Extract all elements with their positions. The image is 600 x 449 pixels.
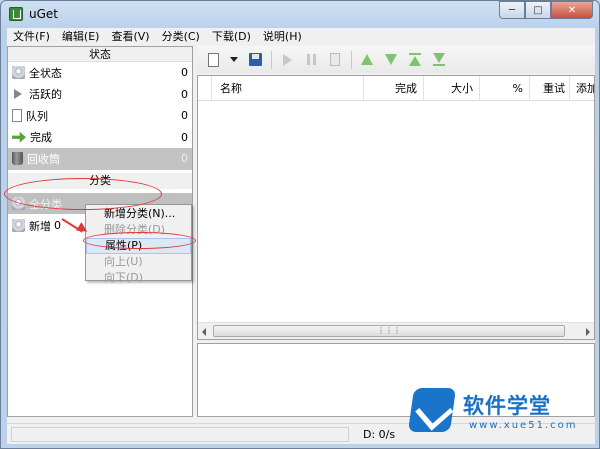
sidebar: 状态 全状态 0 活跃的 0 队列 0 完成 0 回收筒 0 分类 全分类 新增… [4,46,196,417]
column-header-spacer [198,76,212,101]
status-item-queue[interactable]: 队列 0 [8,105,192,127]
ctx-move-down[interactable]: 向下(D) [86,270,191,286]
move-top-button[interactable] [405,50,425,70]
horizontal-scrollbar[interactable]: ⋮⋮⋮ [198,322,594,339]
menu-file[interactable]: 文件(F) [7,28,56,46]
status-item-all[interactable]: 全状态 0 [8,62,192,84]
play-icon [14,89,22,100]
watermark-logo-icon [407,388,457,432]
menu-category[interactable]: 分类(C) [156,28,206,46]
column-header-size[interactable]: 大小 [424,76,480,101]
column-header-percent[interactable]: % [480,76,530,101]
column-header-complete[interactable]: 完成 [364,76,424,101]
new-download-button[interactable] [203,50,223,70]
category-section-header: 分类 [8,173,192,189]
disk-icon [12,66,25,80]
trash-icon [12,152,23,166]
menu-view[interactable]: 查看(V) [105,28,155,46]
menu-help[interactable]: 说明(H) [257,28,308,46]
status-item-label: 队列 [26,109,48,123]
watermark-url: www.xue51.com [469,420,578,431]
status-item-label: 回收筒 [27,152,60,166]
disk-icon [12,197,25,210]
ctx-new-category[interactable]: 新增分类(N)... [86,206,191,222]
move-bottom-button[interactable] [429,50,449,70]
category-item-label: 新增 [29,219,51,233]
close-button[interactable]: ✕ [551,1,593,19]
menu-bar: 文件(F) 编辑(E) 查看(V) 分类(C) 下载(D) 说明(H) [7,28,595,46]
category-item-label: 全分类 [29,197,62,211]
status-item-finished[interactable]: 完成 0 [8,127,192,149]
status-item-count: 0 [181,87,188,101]
new-dropdown-button[interactable] [227,50,241,70]
arrow-up-icon [361,54,373,65]
new-file-icon [207,52,219,67]
move-down-button[interactable] [381,50,401,70]
watermark: 软件学堂 www.xue51.com [407,386,591,444]
menu-edit[interactable]: 编辑(E) [56,28,106,46]
move-up-button[interactable] [357,50,377,70]
toolbar-separator [271,50,272,69]
column-header-added[interactable]: 添加 [570,76,594,101]
arrow-bottom-icon [433,53,445,66]
page-icon [12,109,22,123]
status-item-label: 全状态 [29,66,62,80]
app-icon [9,7,23,21]
status-item-label: 活跃的 [29,88,62,102]
status-item-active[interactable]: 活跃的 0 [8,84,192,106]
scroll-thumb[interactable]: ⋮⋮⋮ [213,325,565,337]
scroll-right-icon[interactable] [586,328,590,336]
download-list[interactable]: 名称 完成 大小 % 重试 添加 ⋮⋮⋮ [197,75,595,340]
arrow-down-icon [385,54,397,65]
save-button[interactable] [245,50,265,70]
category-item-count: 0 [54,219,61,232]
ctx-move-up[interactable]: 向上(U) [86,254,191,270]
play-icon [282,53,292,66]
ctx-delete-category[interactable]: 删除分类(D) [86,222,191,238]
status-message-area [11,427,349,442]
toolbar-separator [351,50,352,69]
scroll-left-icon[interactable] [202,328,206,336]
column-headers: 名称 完成 大小 % 重试 添加 [198,76,594,101]
minimize-button[interactable]: ─ [499,1,525,19]
ctx-properties[interactable]: 属性(P) [86,238,191,254]
save-icon [248,53,262,66]
status-item-count: 0 [181,109,188,123]
title-bar: uGet ─ □ ✕ [1,1,599,27]
properties-button[interactable] [325,50,345,70]
context-menu: 新增分类(N)... 删除分类(D) 属性(P) 向上(U) 向下(D) [85,204,192,284]
chevron-down-icon [230,57,238,62]
client-area: 状态 全状态 0 活跃的 0 队列 0 完成 0 回收筒 0 分类 全分类 新增… [4,46,595,444]
pause-button[interactable] [301,50,321,70]
pause-icon [306,54,316,65]
status-item-count: 0 [181,66,188,80]
status-item-label: 完成 [30,131,52,145]
status-item-count: 0 [181,130,188,144]
toolbar [197,46,595,73]
column-header-retry[interactable]: 重试 [530,76,570,101]
download-speed: D: 0/s [363,428,396,441]
column-header-name[interactable]: 名称 [212,76,364,101]
watermark-title: 软件学堂 [463,394,551,418]
app-window: uGet ─ □ ✕ 文件(F) 编辑(E) 查看(V) 分类(C) 下载(D)… [0,0,600,449]
menu-download[interactable]: 下载(D) [206,28,257,46]
maximize-button[interactable]: □ [525,1,551,19]
status-item-recycled[interactable]: 回收筒 0 [8,148,192,170]
window-title: uGet [29,7,58,21]
done-icon [12,131,26,143]
status-item-count: 0 [181,152,188,166]
disk-icon [12,219,25,232]
start-button[interactable] [277,50,297,70]
properties-icon [330,53,340,66]
status-section-header: 状态 [8,47,192,62]
arrow-top-icon [409,53,421,66]
